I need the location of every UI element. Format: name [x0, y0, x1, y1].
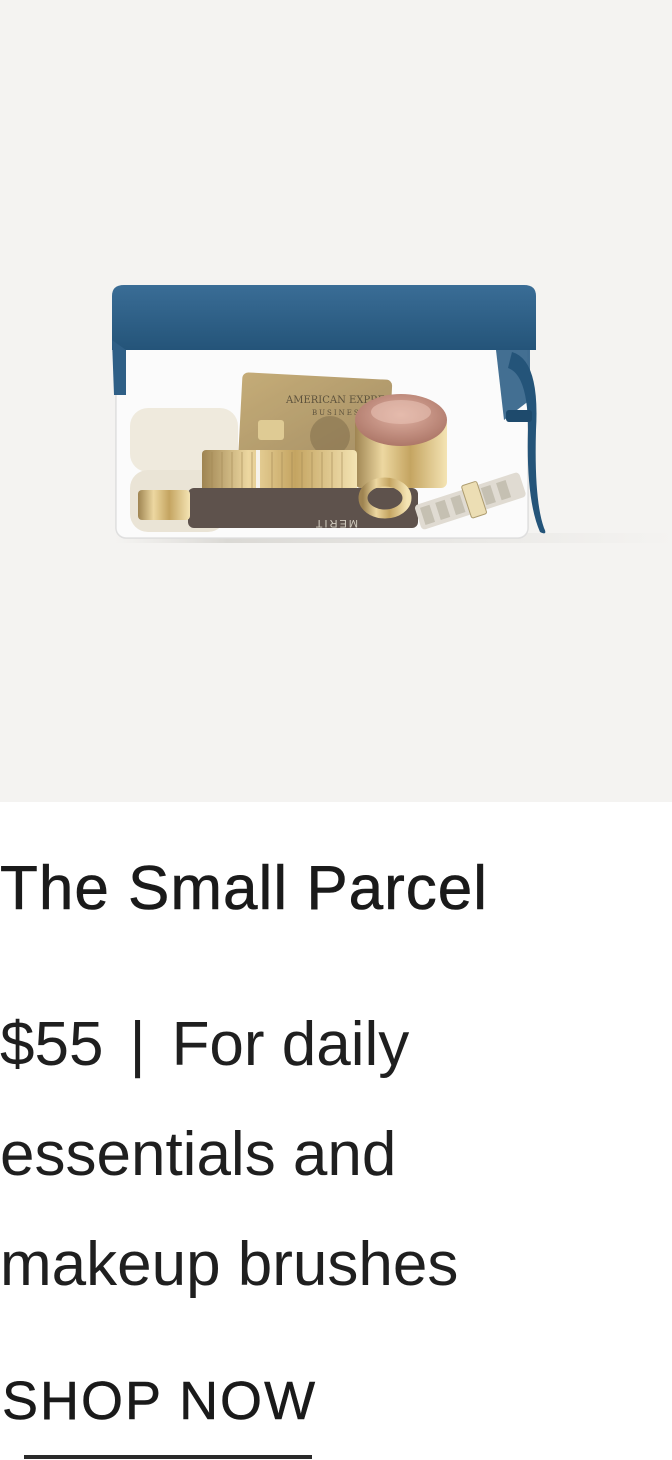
- product-card[interactable]: AMERICAN EXPRESS BUSINESS MERIT The Smal…: [0, 0, 672, 1460]
- shop-now-underline: [24, 1455, 312, 1459]
- price-separator: |: [129, 1010, 146, 1079]
- product-description: $55 | For daily essentials and makeup brus…: [0, 990, 600, 1320]
- shop-now-link[interactable]: SHOP NOW: [2, 1366, 317, 1436]
- pouch-illustration: AMERICAN EXPRESS BUSINESS MERIT: [112, 285, 672, 543]
- product-image[interactable]: AMERICAN EXPRESS BUSINESS MERIT: [0, 0, 672, 802]
- product-price: $55: [0, 1010, 104, 1079]
- product-title[interactable]: The Small Parcel: [0, 850, 488, 928]
